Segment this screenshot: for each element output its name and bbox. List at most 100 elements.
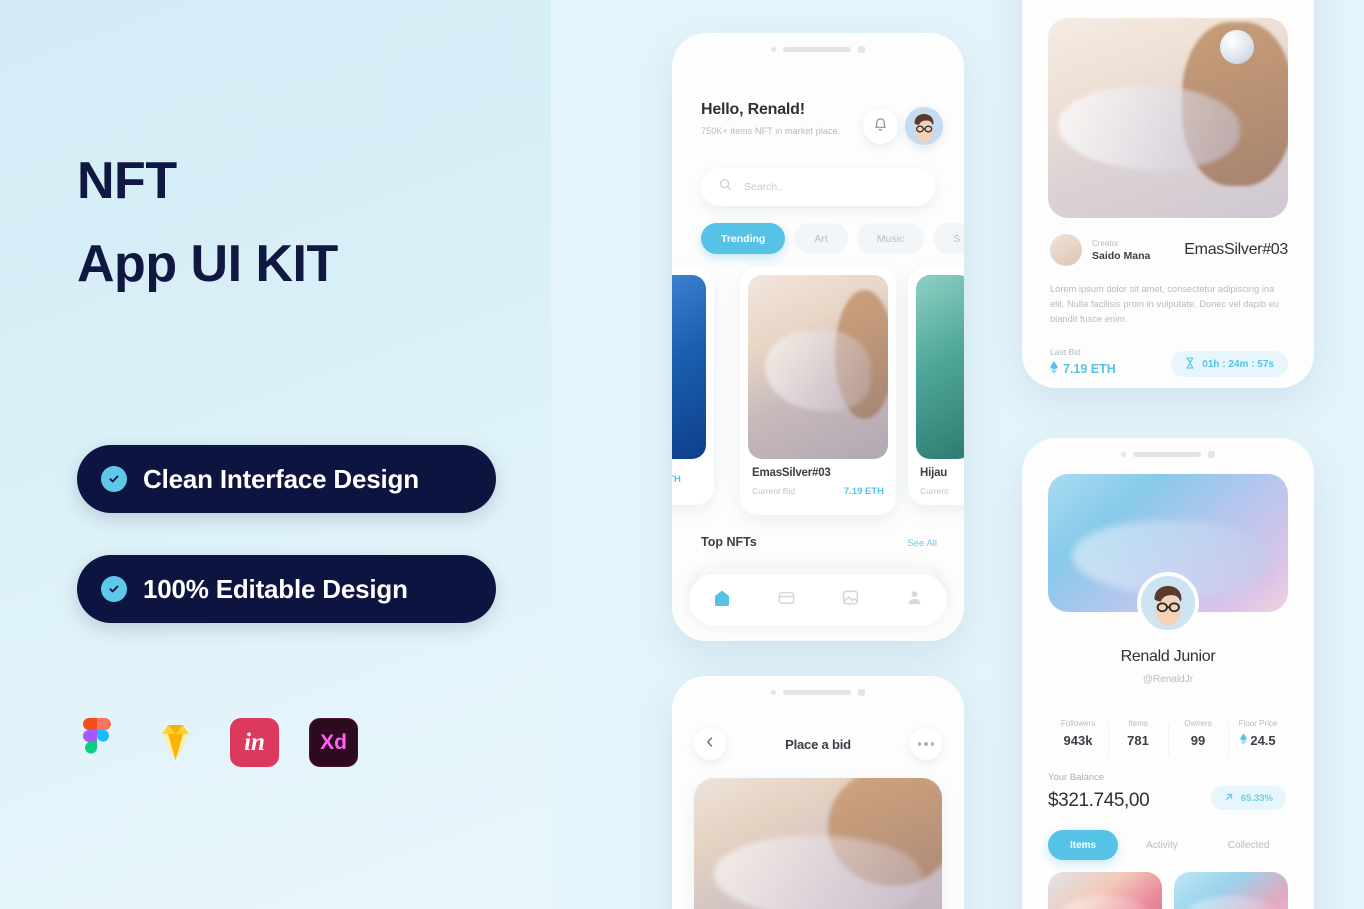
sketch-icon (151, 718, 200, 767)
chevron-left-icon (704, 735, 716, 753)
tab-collected[interactable]: Collected (1206, 830, 1292, 860)
nft-description: Lorem ipsum dolor sit amet, consectetur … (1050, 284, 1279, 325)
nft-detail-title: EmasSilver#03 (1184, 241, 1288, 258)
feature-badge-label: Clean Interface Design (143, 463, 419, 494)
notch-camera-icon (858, 689, 865, 696)
stat-value: 99 (1190, 732, 1206, 748)
avatar (1050, 234, 1082, 266)
notch-dot-icon (1121, 452, 1126, 457)
category-tab-music[interactable]: Music (856, 223, 925, 254)
bell-icon (873, 117, 888, 137)
top-nfts-header: Top NFTs See All (701, 535, 937, 549)
phone-notch (672, 689, 964, 696)
profile-stats: Followers 943k Items 781 Owners 99 Floor… (1048, 706, 1288, 760)
nft-name: EmasSilver#03 (752, 467, 831, 479)
nft-card-next[interactable]: Hijau Current (908, 267, 964, 505)
back-button[interactable] (694, 728, 726, 760)
notch-dot-icon (771, 47, 776, 52)
hourglass-icon (1185, 356, 1195, 372)
profile-handle: @RenaldJr (1142, 674, 1194, 685)
tab-activity[interactable]: Activity (1124, 830, 1200, 860)
avatar[interactable] (1137, 572, 1199, 634)
category-tabs: Trending Art Music S (701, 223, 964, 254)
search-icon (719, 178, 732, 196)
adobe-xd-label: Xd (320, 730, 347, 754)
feature-badge-editable-design: 100% Editable Design (77, 555, 496, 623)
greeting-subtitle: 750K+ items NFT in market place. (701, 126, 841, 136)
notch-camera-icon (858, 46, 865, 53)
nft-bid-value: 0 ETH (672, 474, 681, 485)
notch-speaker-icon (783, 690, 851, 695)
creator-row: Creator Saido Mana EmasSilver#03 (1050, 234, 1288, 266)
greeting-text: Hello, Renald! (701, 101, 805, 118)
see-all-link[interactable]: See All (907, 538, 937, 549)
stat-value-wrap: 24.5 (1228, 733, 1288, 748)
top-nfts-title: Top NFTs (701, 535, 757, 549)
stat-label: Followers (1060, 718, 1096, 728)
profile-icon[interactable] (905, 588, 924, 612)
feature-badge-label: 100% Editable Design (143, 573, 408, 604)
home-icon[interactable] (712, 588, 732, 613)
ethereum-icon (1240, 732, 1248, 748)
profile-tabs: Items Activity Collected (1048, 830, 1288, 860)
balance-label: Your Balance (1048, 772, 1105, 783)
nft-thumbnail[interactable] (1048, 872, 1162, 909)
notification-bell-button[interactable] (863, 109, 898, 144)
home-header: Hello, Renald! 750K+ items NFT in market… (701, 101, 840, 136)
stat-label: Items (1128, 718, 1148, 728)
bid-screen-header: Place a bid (672, 728, 964, 760)
stat-value: 943k (1063, 732, 1093, 748)
notch-speaker-icon (1133, 452, 1201, 457)
wallet-icon[interactable] (777, 588, 796, 612)
creator-label: Creator (1092, 238, 1119, 248)
user-avatar[interactable] (905, 107, 943, 145)
nft-image (672, 275, 706, 459)
notch-dot-icon (771, 690, 776, 695)
invision-icon: in (230, 718, 279, 767)
auction-timer: 01h : 24m : 57s (1171, 351, 1288, 377)
category-tab-art[interactable]: Art (794, 223, 848, 254)
more-dots-icon (917, 742, 935, 746)
nft-image (748, 275, 888, 459)
phone-home-screen: Hello, Renald! 750K+ items NFT in market… (672, 33, 964, 641)
category-tab-more[interactable]: S (933, 223, 964, 254)
stat-value: 781 (1127, 732, 1149, 748)
category-tab-trending[interactable]: Trending (701, 223, 786, 254)
adobe-xd-icon: Xd (309, 718, 358, 767)
last-bid-value-wrap: 7.19 ETH (1050, 361, 1116, 377)
profile-name: Renald Junior (1120, 648, 1216, 665)
nft-bid-label: Current (920, 486, 949, 496)
page-title: Place a bid (785, 736, 851, 752)
nft-bid-value: 7.19 ETH (843, 486, 884, 497)
stat-items: Items 781 (1108, 718, 1168, 755)
last-bid-row: Last Bid 7.19 ETH 01h : 24m : 57s (1050, 347, 1288, 377)
creator-name: Saido Mana (1092, 249, 1151, 262)
nft-card-carousel: 0 ETH EmasSilver#03 Current Bid 7.19 ETH… (672, 267, 964, 515)
phone-notch (1022, 451, 1314, 458)
nft-card-previous[interactable]: 0 ETH (672, 267, 714, 505)
stat-owners: Owners 99 (1168, 718, 1228, 755)
stat-value: 24.5 (1250, 732, 1276, 748)
more-options-button[interactable] (909, 728, 942, 760)
nft-bid-label: Current Bid (752, 486, 795, 496)
creator-info: Creator Saido Mana (1050, 234, 1150, 266)
stat-floor-price: Floor Price 24.5 (1228, 719, 1288, 755)
notch-speaker-icon (783, 47, 851, 52)
search-input[interactable]: Search.. (701, 168, 935, 206)
sphere-decoration (1220, 30, 1255, 64)
tab-items[interactable]: Items (1048, 830, 1119, 860)
page-title-line2: App UI KIT (77, 235, 338, 293)
nft-card-emassilver[interactable]: EmasSilver#03 Current Bid 7.19 ETH (740, 267, 896, 515)
profile-items-grid (1048, 872, 1288, 909)
stat-label: Owners (1184, 718, 1212, 728)
nft-thumbnail[interactable] (1174, 872, 1288, 909)
search-placeholder: Search.. (744, 181, 784, 193)
tool-icons-row: in Xd (72, 718, 358, 767)
gallery-icon[interactable] (841, 588, 860, 612)
phone-profile-screen: Renald Junior @RenaldJr Followers 943k I… (1022, 438, 1314, 909)
hero-section: NFT App UI KIT Clean Interface Design 10… (0, 0, 551, 909)
phone-nft-detail-screen: Creator Saido Mana EmasSilver#03 Lorem i… (1022, 0, 1314, 388)
balance-value: $321.745,00 (1048, 790, 1150, 811)
page-title-line1: NFT (77, 152, 177, 210)
nft-image (916, 275, 964, 459)
